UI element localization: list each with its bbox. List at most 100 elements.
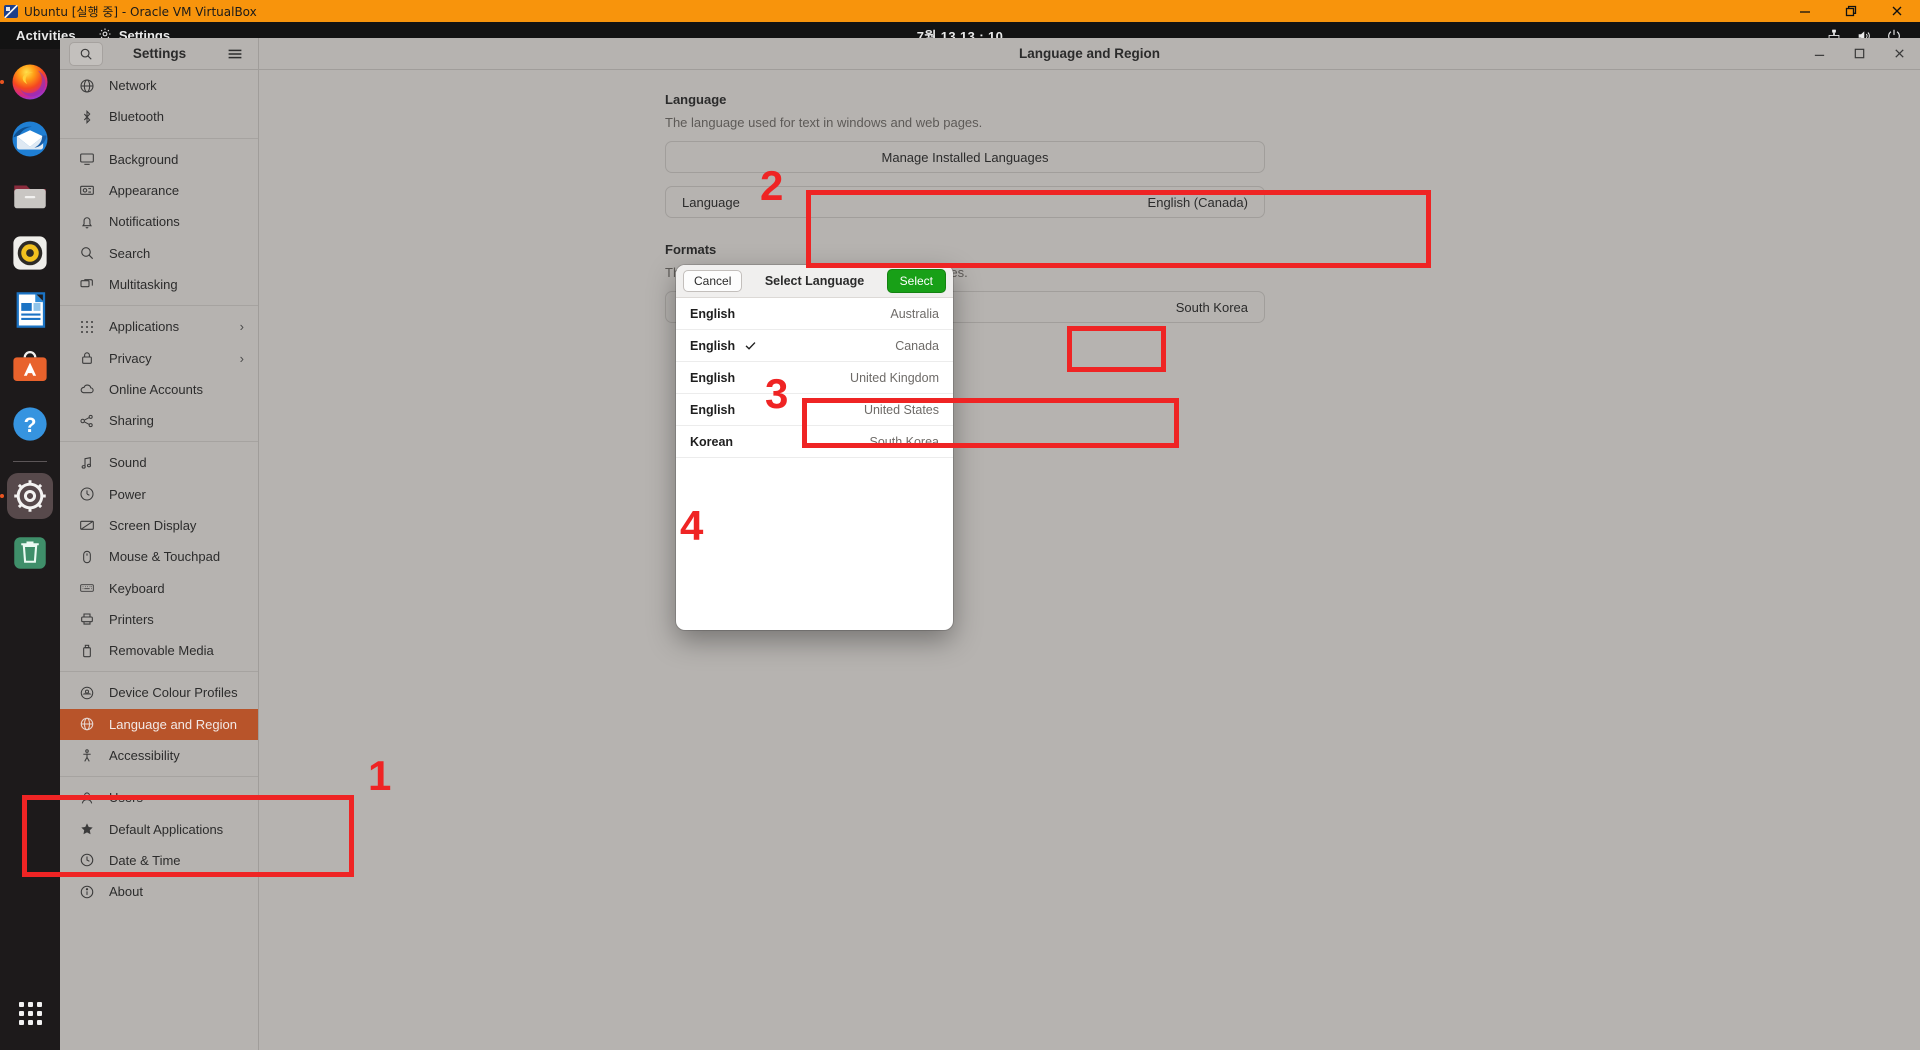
dock-item-files[interactable] — [7, 173, 53, 219]
sidebar-item-applications[interactable]: Applications › — [60, 311, 258, 342]
dialog-title: Select Language — [764, 274, 865, 288]
dialog-row-korean-south-korea[interactable]: Korean South Korea — [676, 426, 953, 458]
language-name: English — [690, 338, 736, 353]
firefox-icon — [12, 64, 48, 100]
sidebar-item-label: Notifications — [109, 214, 180, 230]
sidebar-item-removable-media[interactable]: Removable Media — [60, 635, 258, 666]
sidebar-item-search[interactable]: Search — [60, 237, 258, 268]
search-button[interactable] — [69, 41, 103, 66]
sidebar-item-network[interactable]: Network — [60, 70, 258, 101]
settings-header-bar: Settings Language and Region — [60, 38, 1920, 70]
close-icon[interactable] — [1874, 0, 1920, 22]
dialog-row-english-united-kingdom[interactable]: English United Kingdom — [676, 362, 953, 394]
star-icon — [78, 821, 95, 838]
language-name: English — [690, 402, 736, 417]
dock-item-ubuntu-software[interactable] — [7, 344, 53, 390]
apps-grid-icon — [18, 1001, 42, 1025]
search-icon — [80, 48, 92, 60]
sidebar-item-mouse-and-touchpad[interactable]: Mouse & Touchpad — [60, 541, 258, 572]
dialog-row-english-united-states[interactable]: English United States — [676, 394, 953, 426]
settings-sidebar[interactable]: Network Bluetooth Background Appearance … — [60, 70, 259, 1050]
chevron-right-icon: › — [239, 319, 244, 335]
screen: Ubuntu [실행 중] - Oracle VM VirtualBox Act… — [0, 0, 1920, 1050]
sidebar-item-label: Privacy — [109, 350, 152, 366]
sidebar-item-label: Removable Media — [109, 643, 214, 659]
sidebar-item-appearance[interactable]: Appearance — [60, 175, 258, 206]
sidebar-item-multitasking[interactable]: Multitasking — [60, 269, 258, 300]
language-row[interactable]: Language English (Canada) — [666, 187, 1264, 217]
window-minimize-icon[interactable] — [1806, 42, 1832, 66]
sidebar-item-sound[interactable]: Sound — [60, 447, 258, 478]
sidebar-separator — [60, 671, 258, 673]
mouse-icon — [78, 548, 95, 565]
dock-item-trash[interactable] — [7, 530, 53, 576]
sidebar-item-label: About — [109, 884, 143, 900]
user-icon — [78, 789, 95, 806]
sidebar-item-notifications[interactable]: Notifications — [60, 206, 258, 237]
sidebar-item-users[interactable]: Users — [60, 782, 258, 813]
window-maximize-icon[interactable] — [1846, 42, 1872, 66]
sidebar-item-date-and-time[interactable]: Date & Time — [60, 845, 258, 876]
dock-item-firefox[interactable] — [7, 59, 53, 105]
sidebar-item-sharing[interactable]: Sharing — [60, 405, 258, 436]
dock-item-thunderbird[interactable] — [7, 116, 53, 162]
sidebar-item-privacy[interactable]: Privacy › — [60, 342, 258, 373]
annotation-number-4: 4 — [680, 502, 704, 549]
sidebar-item-label: Users — [109, 790, 143, 806]
restore-icon[interactable] — [1828, 0, 1874, 22]
search-icon — [78, 245, 95, 262]
files-icon — [14, 185, 46, 209]
minimize-icon[interactable] — [1782, 0, 1828, 22]
sidebar-item-device-colour-profiles[interactable]: Device Colour Profiles — [60, 677, 258, 708]
sidebar-item-screen-display[interactable]: Screen Display — [60, 510, 258, 541]
window-close-icon[interactable] — [1886, 42, 1912, 66]
bluetooth-icon — [78, 108, 95, 125]
sidebar-item-label: Printers — [109, 611, 154, 627]
sidebar-item-label: Accessibility — [109, 748, 180, 764]
cancel-button[interactable]: Cancel — [683, 270, 743, 292]
sidebar-item-bluetooth[interactable]: Bluetooth — [60, 101, 258, 132]
settings-gear-icon — [14, 480, 46, 512]
sidebar-item-accessibility[interactable]: Accessibility — [60, 740, 258, 771]
settings-window-controls — [1806, 42, 1912, 66]
dock-item-help[interactable]: ? — [7, 401, 53, 447]
sidebar-item-printers[interactable]: Printers — [60, 604, 258, 635]
display-icon — [78, 517, 95, 534]
sidebar-item-power[interactable]: Power — [60, 479, 258, 510]
dock-item-libreoffice-writer[interactable] — [7, 287, 53, 333]
help-icon: ? — [13, 407, 47, 441]
sidebar-item-label: Multitasking — [109, 276, 178, 292]
select-language-dialog: Cancel Select Language Select English Au… — [676, 265, 953, 630]
dock-item-rhythmbox[interactable] — [7, 230, 53, 276]
dock-separator — [13, 461, 47, 462]
show-applications-button[interactable] — [7, 990, 53, 1036]
sidebar-item-default-applications[interactable]: Default Applications — [60, 814, 258, 845]
ubuntu-dock: ? — [0, 49, 60, 1050]
select-button[interactable]: Select — [886, 269, 946, 293]
manage-installed-languages-button[interactable]: Manage Installed Languages — [666, 142, 1264, 172]
thunderbird-icon — [12, 121, 48, 157]
main-menu-button[interactable] — [222, 42, 248, 66]
dialog-row-english-australia[interactable]: English Australia — [676, 298, 953, 330]
language-name: English — [690, 306, 736, 321]
page-title: Language and Region — [1018, 46, 1160, 61]
annotation-number-3: 3 — [765, 370, 789, 417]
language-card: Language English (Canada) — [665, 186, 1265, 218]
dialog-row-english-canada[interactable]: English Canada — [676, 330, 953, 362]
apps-grid-icon — [78, 318, 95, 335]
rhythmbox-icon — [13, 236, 47, 270]
sidebar-item-online-accounts[interactable]: Online Accounts — [60, 374, 258, 405]
usb-icon — [78, 642, 95, 659]
dock-item-settings[interactable] — [7, 473, 53, 519]
language-region: South Korea — [869, 434, 940, 449]
sidebar-item-background[interactable]: Background — [60, 144, 258, 175]
language-region: United States — [863, 402, 939, 417]
trash-icon — [14, 537, 46, 569]
sidebar-item-language-and-region[interactable]: Language and Region — [60, 708, 258, 740]
sidebar-item-keyboard[interactable]: Keyboard — [60, 572, 258, 603]
sidebar-item-about[interactable]: About — [60, 876, 258, 907]
clock-icon — [78, 852, 95, 869]
language-region: Australia — [890, 306, 939, 321]
sidebar-separator — [60, 441, 258, 443]
